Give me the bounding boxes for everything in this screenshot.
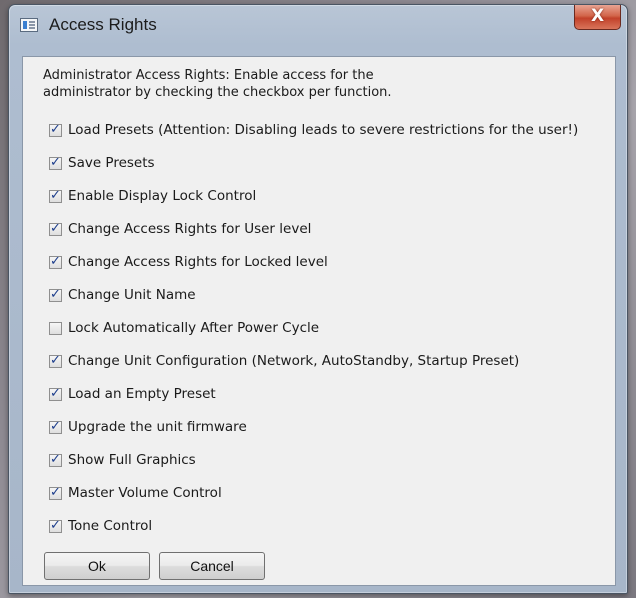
option-master-volume-control[interactable]: Master Volume Control — [49, 483, 222, 503]
ok-button[interactable]: Ok — [44, 552, 150, 580]
checkbox[interactable] — [49, 321, 62, 335]
option-tone-control[interactable]: Tone Control — [49, 516, 152, 536]
option-label: Enable Display Lock Control — [68, 188, 257, 204]
checkbox[interactable] — [49, 452, 62, 467]
window-title: Access Rights — [49, 15, 157, 34]
option-user-level-rights[interactable]: Change Access Rights for User level — [49, 219, 311, 239]
description-text: Administrator Access Rights: Enable acce… — [43, 68, 392, 100]
checkbox[interactable] — [49, 155, 62, 170]
option-label: Master Volume Control — [68, 485, 222, 501]
option-load-presets[interactable]: Load Presets (Attention: Disabling leads… — [49, 120, 578, 140]
close-icon: X — [590, 6, 605, 26]
checkbox[interactable] — [49, 188, 62, 203]
checkbox[interactable] — [49, 287, 62, 302]
option-label: Upgrade the unit firmware — [68, 419, 247, 435]
checkbox[interactable] — [49, 221, 62, 236]
option-label: Change Access Rights for User level — [68, 221, 312, 237]
option-locked-level-rights[interactable]: Change Access Rights for Locked level — [49, 252, 328, 272]
option-label: Show Full Graphics — [68, 452, 196, 468]
option-save-presets[interactable]: Save Presets — [49, 153, 155, 173]
option-label: Change Access Rights for Locked level — [68, 254, 328, 270]
dialog-body: Administrator Access Rights: Enable acce… — [22, 56, 616, 586]
title-bar[interactable]: Access Rights X — [9, 5, 627, 49]
option-label: Load an Empty Preset — [68, 386, 216, 402]
checkbox[interactable] — [49, 254, 62, 269]
option-label: Tone Control — [68, 518, 153, 534]
option-load-empty-preset[interactable]: Load an Empty Preset — [49, 384, 216, 404]
cancel-button[interactable]: Cancel — [159, 552, 265, 580]
close-button[interactable]: X — [574, 5, 621, 30]
option-display-lock-control[interactable]: Enable Display Lock Control — [49, 186, 256, 206]
checkbox[interactable] — [49, 485, 62, 500]
checkbox[interactable] — [49, 122, 62, 137]
option-show-full-graphics[interactable]: Show Full Graphics — [49, 450, 196, 470]
option-label: Change Unit Name — [68, 287, 196, 303]
option-change-unit-name[interactable]: Change Unit Name — [49, 285, 196, 305]
option-label: Load Presets (Attention: Disabling leads… — [68, 122, 579, 138]
option-lock-after-power-cycle[interactable]: Lock Automatically After Power Cycle — [49, 318, 319, 338]
option-unit-configuration[interactable]: Change Unit Configuration (Network, Auto… — [49, 351, 519, 371]
checkbox[interactable] — [49, 518, 62, 533]
option-label: Change Unit Configuration (Network, Auto… — [68, 353, 520, 369]
checkbox[interactable] — [49, 386, 62, 401]
checkbox[interactable] — [49, 353, 62, 368]
option-label: Lock Automatically After Power Cycle — [68, 320, 320, 336]
option-upgrade-firmware[interactable]: Upgrade the unit firmware — [49, 417, 247, 437]
access-rights-dialog: Access Rights X Administrator Access Rig… — [8, 4, 628, 594]
app-window-icon — [20, 18, 38, 32]
checkbox[interactable] — [49, 419, 62, 434]
option-label: Save Presets — [68, 155, 155, 171]
